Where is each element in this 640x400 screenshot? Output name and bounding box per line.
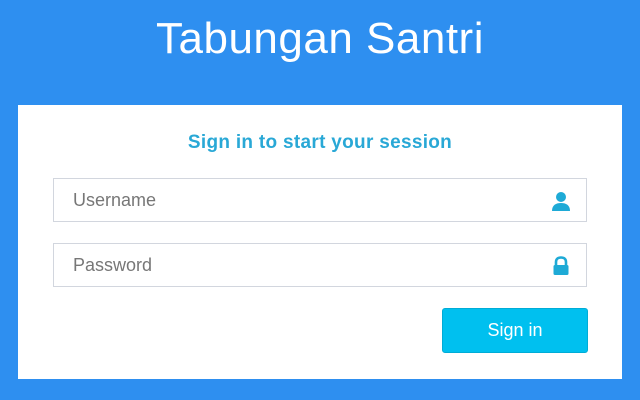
sign-in-button[interactable]: Sign in <box>442 308 588 353</box>
user-icon <box>550 190 572 212</box>
lock-icon <box>550 255 572 277</box>
login-box: Sign in to start your session Sign in <box>18 105 622 379</box>
password-field[interactable] <box>53 243 587 287</box>
password-input[interactable] <box>54 244 586 286</box>
username-input[interactable] <box>54 179 586 221</box>
username-field[interactable] <box>53 178 587 222</box>
login-box-message: Sign in to start your session <box>187 132 453 153</box>
app-title: Tabungan Santri <box>156 14 484 63</box>
